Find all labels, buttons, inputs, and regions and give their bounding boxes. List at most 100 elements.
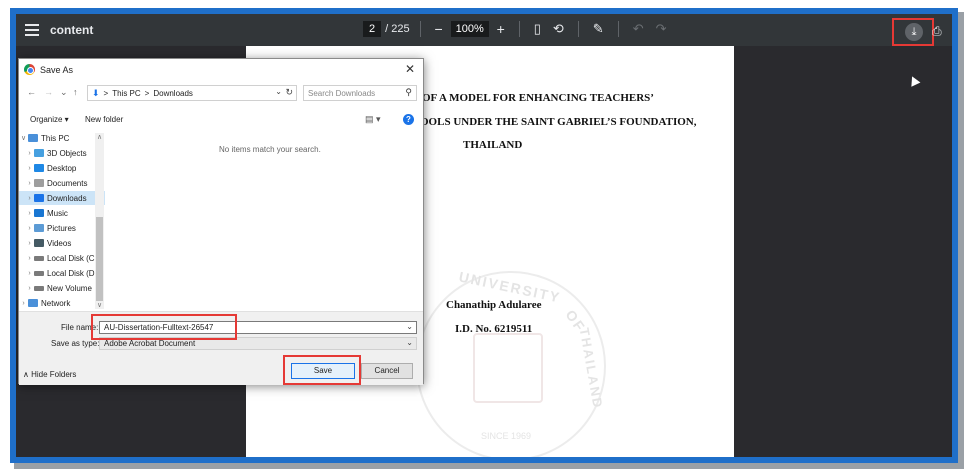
chevron-down-icon[interactable]: ⌄ [406, 338, 413, 347]
hamburger-icon[interactable] [24, 21, 40, 37]
cancel-button[interactable]: Cancel [361, 363, 413, 379]
nav-item-this-pc[interactable]: ∨ This PC [19, 131, 105, 145]
seal-text-thailand: THAILAND [576, 326, 606, 411]
pdf-toolbar: content 2 / 225 − 100% + ▯ ⟲ ✎ ↶ ↷ ⤓ ⎙ [16, 14, 952, 46]
computer-icon [28, 134, 38, 142]
scrollbar-thumb[interactable] [96, 217, 103, 301]
draw-icon[interactable]: ✎ [593, 20, 604, 38]
help-icon[interactable]: ? [403, 114, 414, 125]
command-bar: Organize ▾ New folder ▤ ▾ ? [19, 113, 423, 129]
expand-chevron-icon[interactable]: › [25, 240, 34, 247]
drive-icon [34, 270, 44, 276]
nav-item-local-disk-d[interactable]: › Local Disk (D [19, 266, 105, 280]
up-arrow-icon[interactable]: ↑ [73, 87, 78, 97]
navigation-pane: ∨ This PC › 3D Objects › Desktop › Docum… [19, 131, 105, 311]
search-input[interactable]: Search Downloads ⚲ [303, 85, 417, 101]
music-icon [34, 209, 44, 217]
expand-chevron-icon[interactable]: › [25, 150, 34, 157]
toolbar-divider [617, 21, 619, 37]
view-options-icon[interactable]: ▤ ▾ [365, 114, 381, 125]
nav-item-label: Music [47, 208, 68, 218]
nav-item-3d-objects[interactable]: › 3D Objects [19, 146, 105, 160]
scroll-up-icon[interactable]: ∧ [95, 133, 104, 141]
nav-item-pictures[interactable]: › Pictures [19, 221, 105, 235]
nav-item-network[interactable]: › Network [19, 296, 105, 310]
scroll-down-icon[interactable]: ∨ [95, 301, 104, 309]
documents-icon [34, 179, 44, 187]
pdf-title-line-1: OF A MODEL FOR ENHANCING TEACHERS’ [422, 92, 654, 104]
nav-item-new-volume[interactable]: › New Volume [19, 281, 105, 295]
nav-item-documents[interactable]: › Documents [19, 176, 105, 190]
pdf-title-line-2: OOLS UNDER THE SAINT GABRIEL’S FOUNDATIO… [420, 116, 697, 128]
redo-icon[interactable]: ↷ [656, 20, 667, 38]
expand-chevron-icon[interactable]: › [25, 180, 34, 187]
chrome-icon [24, 64, 35, 75]
address-bar[interactable]: ⬇ > This PC > Downloads ⌄ ↻ [87, 85, 297, 101]
expand-chevron-icon[interactable]: › [19, 300, 28, 307]
nav-item-label: Documents [47, 178, 88, 188]
videos-icon [34, 239, 44, 247]
save-type-value: Adobe Acrobat Document [104, 339, 196, 348]
nav-item-label: Network [41, 298, 71, 308]
address-row: ← → ⌄ ↑ ⬇ > This PC > Downloads ⌄ ↻ Sear… [19, 85, 423, 103]
search-icon: ⚲ [405, 87, 412, 97]
fit-page-icon[interactable]: ▯ [534, 20, 541, 38]
zoom-out-button[interactable]: − [431, 20, 447, 38]
undo-icon[interactable]: ↶ [633, 20, 644, 38]
new-folder-button[interactable]: New folder [85, 115, 123, 124]
nav-item-label: 3D Objects [47, 148, 87, 158]
save-options-panel: File name: AU-Dissertation-Fulltext-2654… [19, 311, 423, 385]
nav-item-label: New Volume [47, 283, 92, 293]
search-placeholder: Search Downloads [308, 89, 376, 98]
breadcrumb-sep: > [103, 88, 109, 98]
expand-chevron-icon[interactable]: › [25, 270, 34, 277]
dialog-titlebar: Save As ✕ [19, 59, 423, 81]
drive-icon [34, 255, 44, 261]
forward-arrow-icon[interactable]: → [44, 87, 53, 97]
save-as-dialog: Save As ✕ ← → ⌄ ↑ ⬇ > This PC > Download… [18, 58, 424, 385]
nav-item-label: Local Disk (C [47, 253, 95, 263]
expand-chevron-icon[interactable]: › [25, 195, 34, 202]
zoom-in-button[interactable]: + [493, 20, 509, 38]
nav-item-music[interactable]: › Music [19, 206, 105, 220]
close-button[interactable]: ✕ [405, 62, 415, 76]
print-icon[interactable]: ⎙ [932, 24, 942, 39]
hide-folders-label: Hide Folders [31, 370, 77, 379]
download-icon[interactable]: ⤓ [905, 23, 923, 41]
recent-dropdown-icon[interactable]: ⌄ [60, 87, 68, 98]
refresh-icon[interactable]: ↻ [285, 87, 293, 98]
expand-chevron-icon[interactable]: › [25, 255, 34, 262]
zoom-input[interactable]: 100% [450, 21, 489, 37]
nav-scrollbar[interactable]: ∧ ∨ [95, 133, 104, 309]
nav-item-label: Pictures [47, 223, 76, 233]
breadcrumb-this-pc[interactable]: This PC [112, 89, 140, 98]
nav-item-local-disk-c[interactable]: › Local Disk (C [19, 251, 105, 265]
rotate-icon[interactable]: ⟲ [553, 20, 564, 38]
nav-item-videos[interactable]: › Videos [19, 236, 105, 250]
back-arrow-icon[interactable]: ← [27, 87, 36, 97]
mouse-cursor [907, 74, 921, 87]
downloads-icon [34, 194, 44, 202]
breadcrumb-downloads[interactable]: Downloads [153, 89, 193, 98]
expand-chevron-icon[interactable]: › [25, 285, 34, 292]
expand-chevron-icon[interactable]: › [25, 165, 34, 172]
3d-objects-icon [34, 149, 44, 157]
screenshot-frame: content 2 / 225 − 100% + ▯ ⟲ ✎ ↶ ↷ ⤓ ⎙ U… [10, 8, 958, 463]
nav-item-downloads[interactable]: › Downloads [19, 191, 105, 205]
pdf-author: Chanathip Adularee [446, 299, 542, 311]
chevron-down-icon[interactable]: ⌄ [406, 322, 413, 331]
expand-chevron-icon[interactable]: › [25, 225, 34, 232]
nav-item-desktop[interactable]: › Desktop [19, 161, 105, 175]
expand-chevron-icon[interactable]: › [25, 210, 34, 217]
expand-chevron-icon[interactable]: ∨ [19, 134, 28, 142]
toolbar-divider [577, 21, 579, 37]
organize-button[interactable]: Organize ▾ [30, 115, 69, 124]
desktop-icon [34, 164, 44, 172]
chevron-down-icon[interactable]: ⌄ [275, 87, 282, 96]
page-number-input[interactable]: 2 [363, 21, 382, 37]
seal-shield [473, 333, 543, 403]
pdf-title-line-3: THAILAND [463, 139, 523, 151]
hide-folders-button[interactable]: ∧ Hide Folders [23, 370, 76, 379]
network-icon [28, 299, 38, 307]
seal-year: SINCE 1969 [481, 431, 532, 441]
